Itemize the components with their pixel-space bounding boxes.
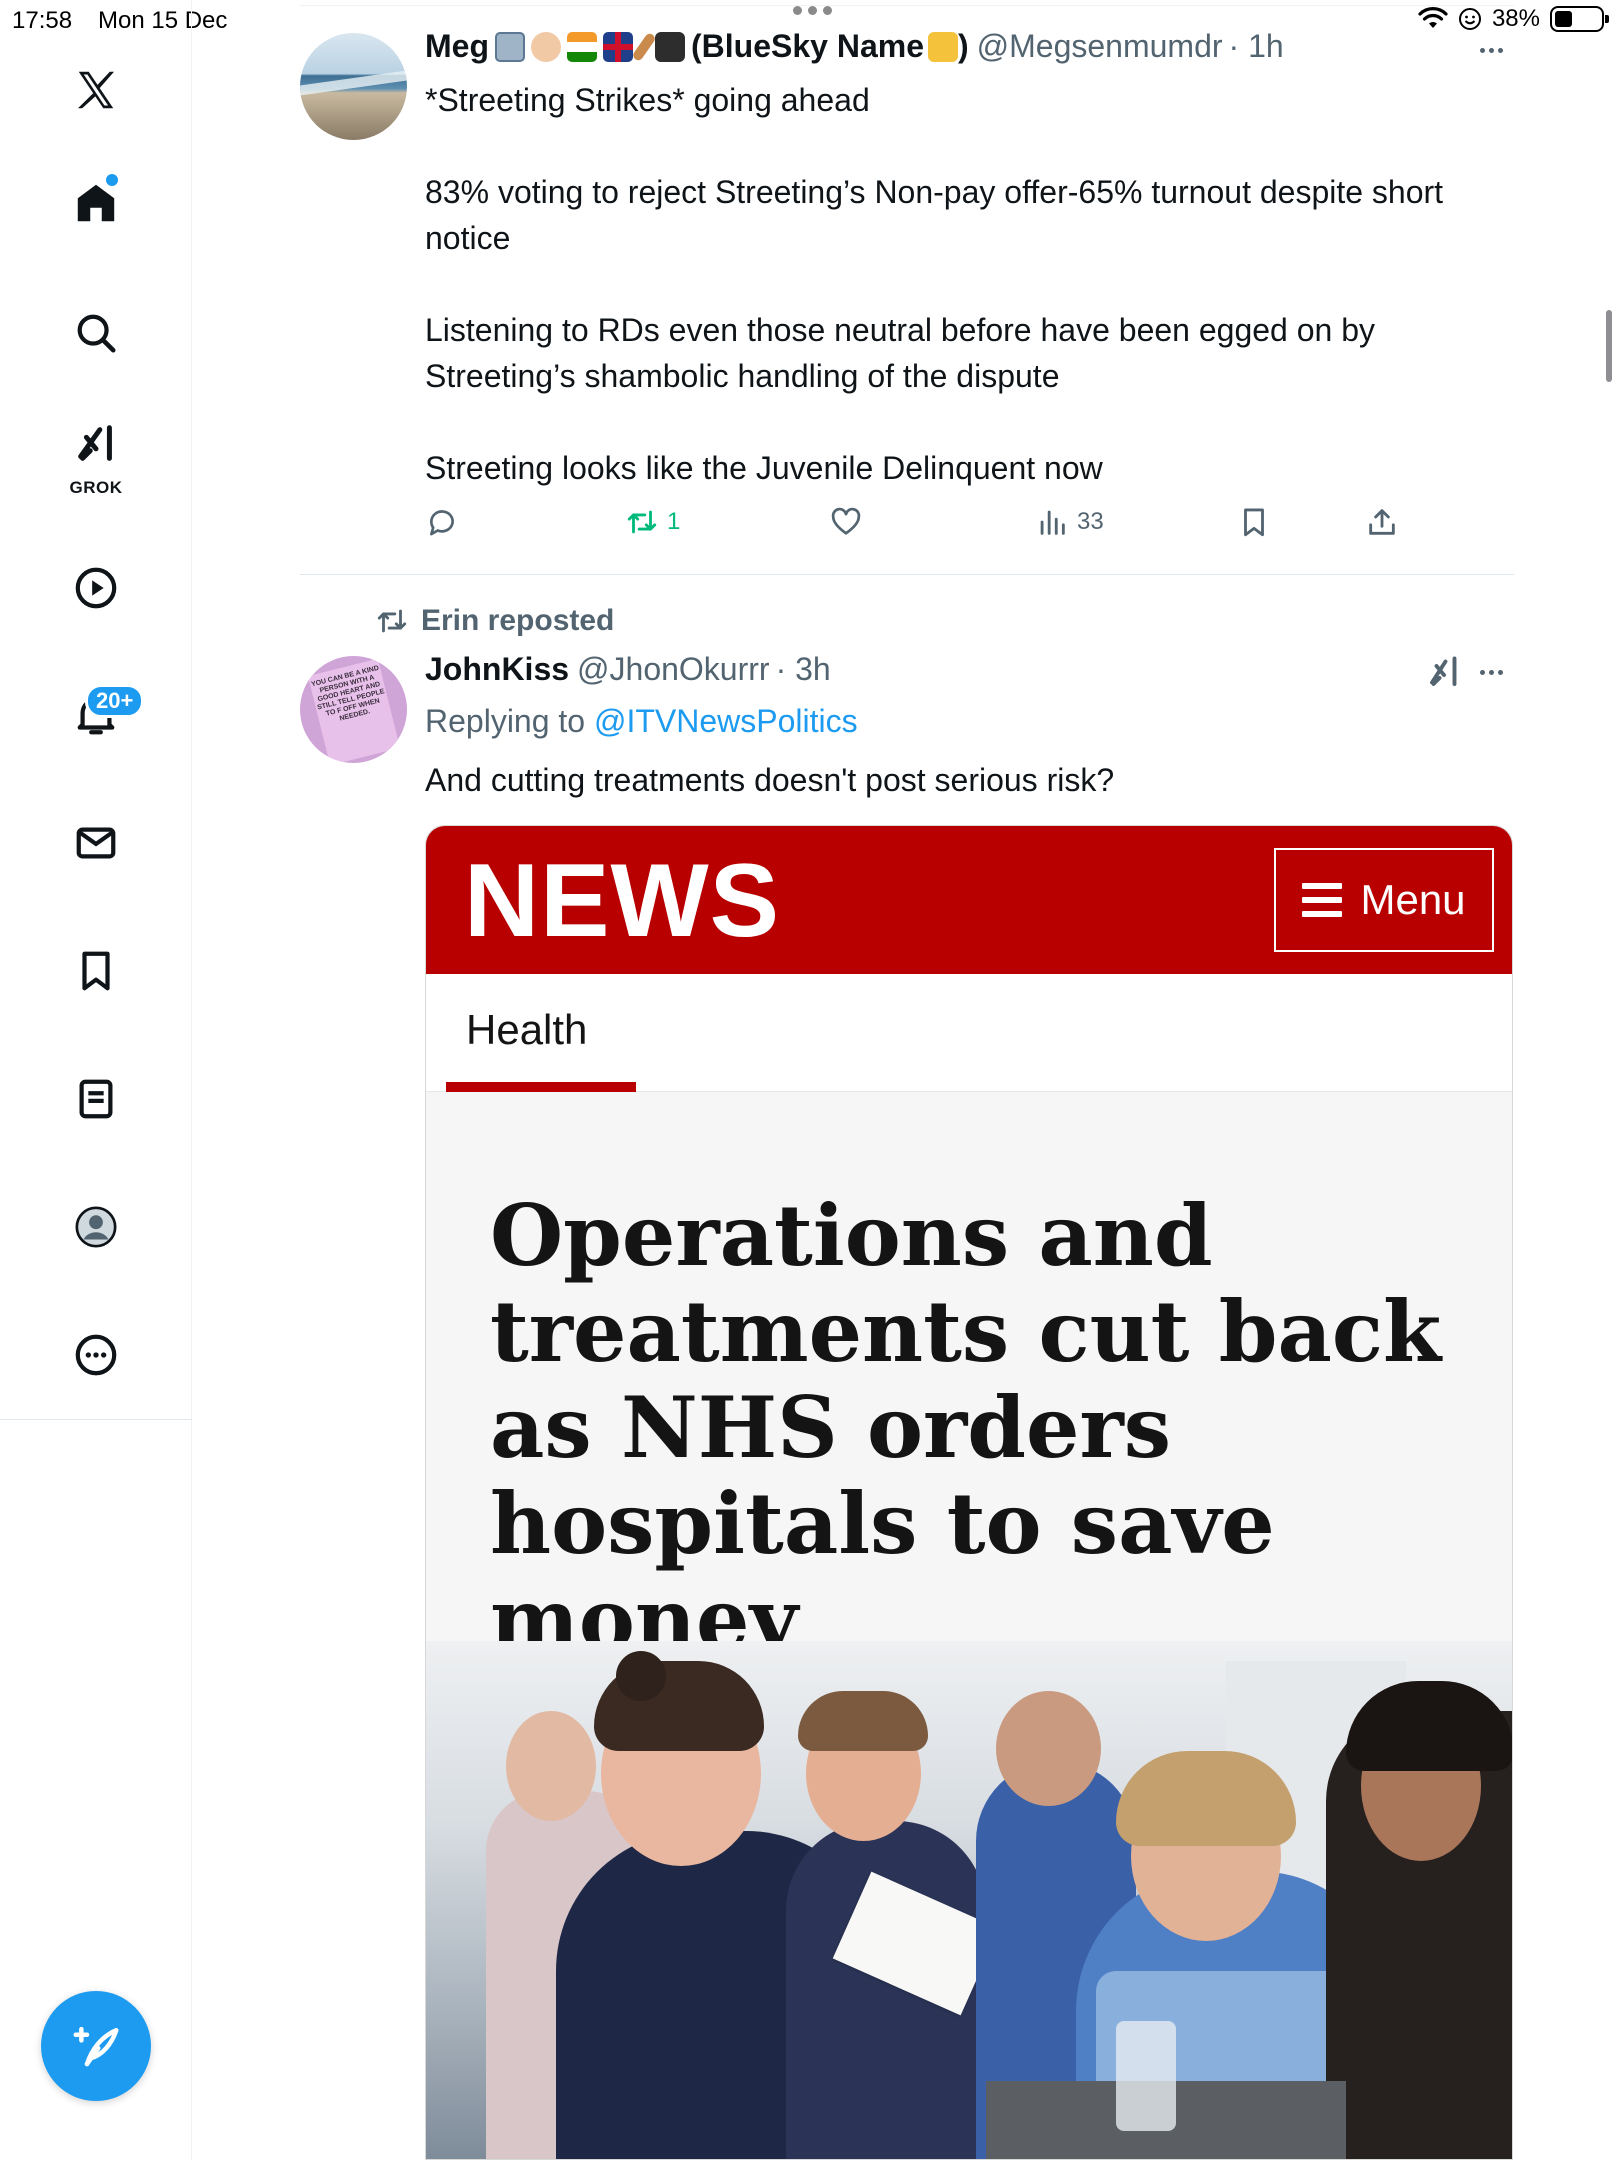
more-options-icon[interactable]	[1480, 666, 1516, 678]
home-unread-dot	[106, 174, 118, 186]
grok-label: GROK	[69, 478, 123, 497]
tweet-actions: 1 33	[425, 505, 1425, 549]
share-icon	[1369, 509, 1395, 535]
avatar[interactable]: YOU CAN BE A KIND PERSON WITH A GOOD HEA…	[300, 656, 407, 763]
grok-icon	[78, 425, 112, 461]
tweet-text: And cutting treatments doesn't post seri…	[425, 762, 1115, 798]
article-photo	[426, 1641, 1512, 2159]
battery-percentage: 38%	[1491, 5, 1540, 32]
search-icon	[77, 314, 116, 353]
tweet-time[interactable]: · 1h	[1229, 28, 1284, 65]
retweet-count: 1	[667, 508, 681, 535]
news-header-bar: NEWS Menu	[426, 826, 1512, 974]
sidebar-item-grok[interactable]	[56, 410, 136, 480]
retweet-button[interactable]: 1	[625, 505, 680, 539]
retweet-icon	[627, 510, 657, 534]
replying-to-link[interactable]: @ITVNewsPolitics	[594, 703, 858, 739]
wifi-icon	[1418, 7, 1448, 28]
scrollbar[interactable]	[1606, 310, 1612, 382]
avatar-sign: YOU CAN BE A KIND PERSON WITH A GOOD HEA…	[307, 658, 401, 763]
mail-icon	[76, 827, 116, 859]
heart-icon	[831, 507, 861, 535]
focus-smiley-icon	[1458, 8, 1481, 30]
reply-icon	[430, 510, 454, 536]
bookmark-icon	[1244, 508, 1264, 537]
tweet-header: JohnKiss @JhonOkurrr · 3h	[425, 651, 831, 688]
sidebar-item-videos[interactable]	[56, 548, 136, 628]
bookmark-icon	[82, 951, 110, 991]
author-name[interactable]: Meg	[425, 28, 489, 65]
compose-icon	[73, 2026, 119, 2067]
share-button[interactable]	[1365, 505, 1399, 539]
multitasking-handle[interactable]	[788, 6, 836, 18]
profile-icon	[75, 1206, 117, 1248]
author-handle[interactable]: @Megsenmumdr	[977, 28, 1223, 65]
sidebar-item-more[interactable]	[56, 1315, 136, 1395]
author-name[interactable]: JohnKiss	[425, 651, 569, 688]
article-headline: Operations and treatments cut back as NH…	[490, 1186, 1442, 1669]
sidebar-item-messages[interactable]	[56, 803, 136, 883]
like-button[interactable]	[829, 505, 863, 539]
author-handle[interactable]: @JhonOkurrr	[577, 651, 770, 688]
author-name-suffix: (BlueSky Name	[691, 28, 924, 64]
hamburger-icon	[1302, 883, 1343, 917]
news-menu-button: Menu	[1274, 848, 1494, 952]
view-count: 33	[1077, 508, 1104, 535]
bookmark-button[interactable]	[1237, 505, 1271, 539]
more-icon	[75, 1334, 117, 1376]
sidebar-divider	[0, 1419, 192, 1420]
sidebar-nav: GROK 20+	[0, 0, 192, 2160]
tweet-text: *Streeting Strikes* going ahead 83% voti…	[425, 82, 1444, 486]
more-options-icon[interactable]	[1480, 44, 1516, 56]
x-logo-icon[interactable]	[56, 50, 136, 130]
news-menu-label: Menu	[1360, 876, 1466, 923]
repost-indicator[interactable]: Erin reposted	[375, 604, 614, 638]
replying-to: Replying to @ITVNewsPolitics	[425, 703, 858, 739]
sidebar-item-profile[interactable]	[56, 1187, 136, 1267]
views-icon	[1040, 510, 1065, 535]
retweet-icon	[377, 609, 407, 633]
sidebar-item-explore[interactable]	[56, 293, 136, 373]
pointing-down-emoji	[927, 31, 958, 62]
tweet-divider	[300, 574, 1514, 575]
tweet-header: Meg (BlueSky Name ) @Megsenmumdr · 1h	[425, 28, 1284, 65]
section-bar: Health	[426, 974, 1512, 1092]
tab-health: Health	[446, 974, 636, 1092]
battery-icon	[1550, 6, 1609, 32]
avatar[interactable]	[300, 33, 407, 140]
news-logo: NEWS	[464, 843, 780, 959]
reposted-by: Erin reposted	[421, 604, 615, 637]
compose-button[interactable]	[41, 1991, 151, 2101]
embedded-image[interactable]: NEWS Menu Health Operations and treatmen…	[425, 825, 1513, 2160]
reply-button[interactable]	[425, 505, 459, 539]
sidebar-item-bookmarks[interactable]	[56, 931, 136, 1011]
home-icon	[77, 184, 115, 222]
article-icon	[79, 1079, 113, 1119]
sidebar-item-articles[interactable]	[56, 1059, 136, 1139]
name-emojis	[495, 31, 685, 62]
sidebar-item-home[interactable]	[56, 163, 136, 243]
views-button[interactable]: 33	[1035, 505, 1104, 539]
grok-icon[interactable]	[1426, 654, 1462, 690]
notification-badge: 20+	[85, 684, 145, 718]
video-icon	[75, 567, 117, 609]
tweet-time[interactable]: · 3h	[776, 651, 831, 688]
